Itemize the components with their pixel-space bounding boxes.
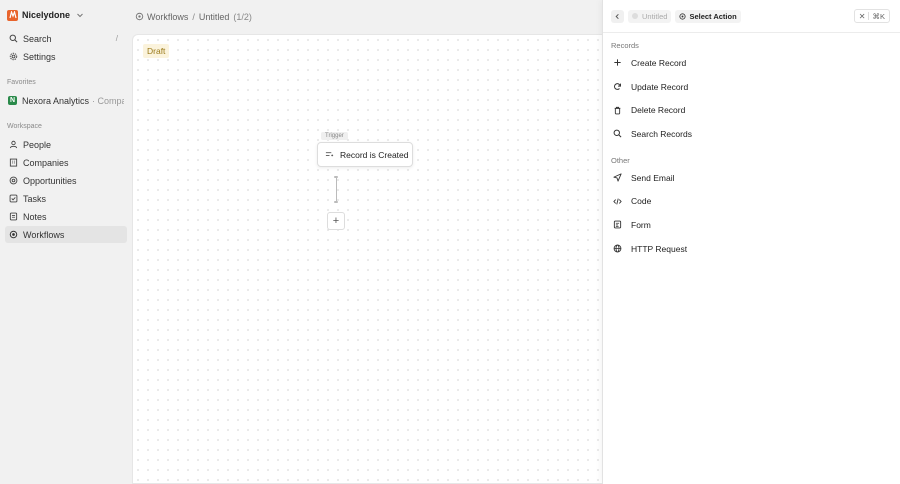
send-icon [613, 173, 622, 182]
search-icon [8, 34, 18, 44]
gear-icon [8, 52, 18, 62]
action-form[interactable]: Form [603, 213, 900, 237]
trigger-node[interactable]: Record is Created [317, 142, 413, 167]
back-button[interactable] [611, 9, 624, 23]
sidebar-item-tasks[interactable]: Tasks [5, 190, 127, 207]
sidebar-item-label: Companies [23, 157, 69, 168]
connector-edge [336, 177, 337, 203]
close-separator [868, 12, 870, 20]
action-label: Update Record [631, 81, 689, 92]
select-action-panel: Untitled Select Action ✕ ⌘K Records Crea… [602, 0, 900, 484]
breadcrumb-separator: / [192, 11, 195, 22]
action-label: Send Email [631, 172, 675, 183]
sidebar-item-settings[interactable]: Settings [5, 48, 127, 65]
workspace-heading: Workspace [7, 123, 42, 130]
sidebar-item-label: Tasks [23, 193, 47, 204]
action-search-records[interactable]: Search Records [603, 122, 900, 146]
panel-crumb-untitled[interactable]: Untitled [628, 9, 672, 23]
action-update-record[interactable]: Update Record [603, 75, 900, 99]
action-label: Create Record [631, 57, 687, 68]
breadcrumb-root[interactable]: Workflows [147, 12, 188, 22]
panel-crumb-select-action[interactable]: Select Action [675, 9, 741, 23]
building-icon [8, 158, 18, 168]
plus-icon [613, 58, 622, 67]
action-label: Form [631, 219, 651, 230]
action-send-email[interactable]: Send Email [603, 166, 900, 190]
record-trigger-icon [325, 152, 334, 157]
action-create-record[interactable]: Create Record [603, 51, 900, 75]
panel-crumb-select-action-label: Select Action [689, 11, 737, 21]
refresh-icon [613, 82, 622, 91]
panel-header: Untitled Select Action ✕ ⌘K [603, 0, 900, 33]
sidebar-item-companies[interactable]: Companies [5, 154, 127, 171]
chevron-down-icon [77, 13, 83, 18]
search-shortcut: / [115, 34, 118, 43]
sidebar-item-opportunities[interactable]: Opportunities [5, 172, 127, 189]
panel-crumb-untitled-label: Untitled [642, 11, 668, 21]
close-panel-button[interactable]: ✕ ⌘K [853, 9, 890, 23]
note-icon [8, 212, 18, 222]
sidebar-item-workflows[interactable]: Workflows [5, 226, 127, 243]
action-label: HTTP Request [631, 243, 688, 254]
sidebar-item-favorite[interactable]: N Nexora Analytics · Compan [5, 92, 127, 109]
sidebar-item-people[interactable]: People [5, 136, 127, 153]
action-label: Code [631, 196, 652, 207]
sidebar-item-notes[interactable]: Notes [5, 208, 127, 225]
close-shortcut: ⌘K [872, 11, 885, 21]
favorite-name: Nexora Analytics [22, 95, 90, 106]
sidebar-item-label: Opportunities [23, 175, 77, 186]
form-icon [613, 220, 622, 229]
search-icon [613, 129, 622, 138]
workflow-icon [135, 12, 144, 21]
favorites-heading: Favorites [7, 79, 36, 86]
add-step-button[interactable]: + [327, 212, 345, 230]
breadcrumb-current[interactable]: Untitled [199, 12, 230, 22]
action-code[interactable]: Code [603, 189, 900, 213]
sidebar-item-label: Settings [23, 51, 56, 62]
settings-automation-icon [8, 230, 18, 240]
group-label-other: Other [611, 155, 630, 165]
sidebar-item-search[interactable]: Search / [5, 30, 127, 47]
trigger-node-label: Record is Created [340, 149, 409, 160]
sidebar-item-label: Notes [23, 211, 47, 222]
workflow-icon [679, 12, 687, 20]
workspace-switcher[interactable]: Nicelydone [5, 6, 127, 24]
chevron-left-icon [615, 13, 619, 19]
code-icon [613, 197, 622, 206]
close-icon: ✕ [858, 11, 866, 21]
favorite-sub: · Compan [92, 95, 124, 106]
edge-handle-bottom [334, 201, 338, 203]
trigger-tag: Trigger [321, 132, 348, 140]
sidebar-item-label: People [23, 139, 52, 150]
breadcrumb: Workflows / Untitled (1/2) [132, 0, 602, 33]
action-label: Delete Record [631, 105, 686, 116]
action-delete-record[interactable]: Delete Record [603, 98, 900, 122]
trash-icon [613, 106, 622, 115]
sidebar: Nicelydone Search / Settings Favorites N… [0, 0, 132, 484]
main-area: Workflows / Untitled (1/2) Draft Trigger… [132, 0, 602, 484]
favorite-badge: N [8, 96, 17, 105]
globe-icon [613, 244, 622, 253]
workspace-name: Nicelydone [22, 10, 71, 20]
status-badge: Draft [143, 44, 170, 58]
target-icon [8, 176, 18, 186]
user-icon [8, 140, 18, 150]
action-label: Search Records [631, 128, 692, 139]
action-http-request[interactable]: HTTP Request [603, 237, 900, 261]
sidebar-item-label: Workflows [23, 229, 65, 240]
workflow-canvas[interactable]: Draft Trigger Record is Created + [132, 34, 602, 484]
checkbox-icon [8, 194, 18, 204]
sidebar-item-label: Search [23, 33, 52, 44]
group-label-records: Records [611, 41, 639, 50]
version-count: (1/2) [233, 11, 252, 22]
workspace-logo-icon [7, 9, 18, 21]
crumb-dot-icon [632, 13, 638, 19]
